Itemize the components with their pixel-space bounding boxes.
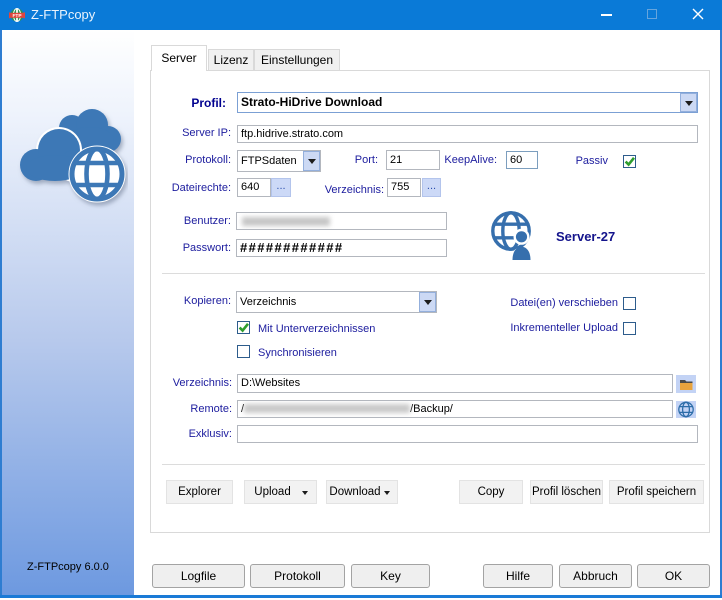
svg-text:FTP: FTP — [12, 13, 22, 19]
